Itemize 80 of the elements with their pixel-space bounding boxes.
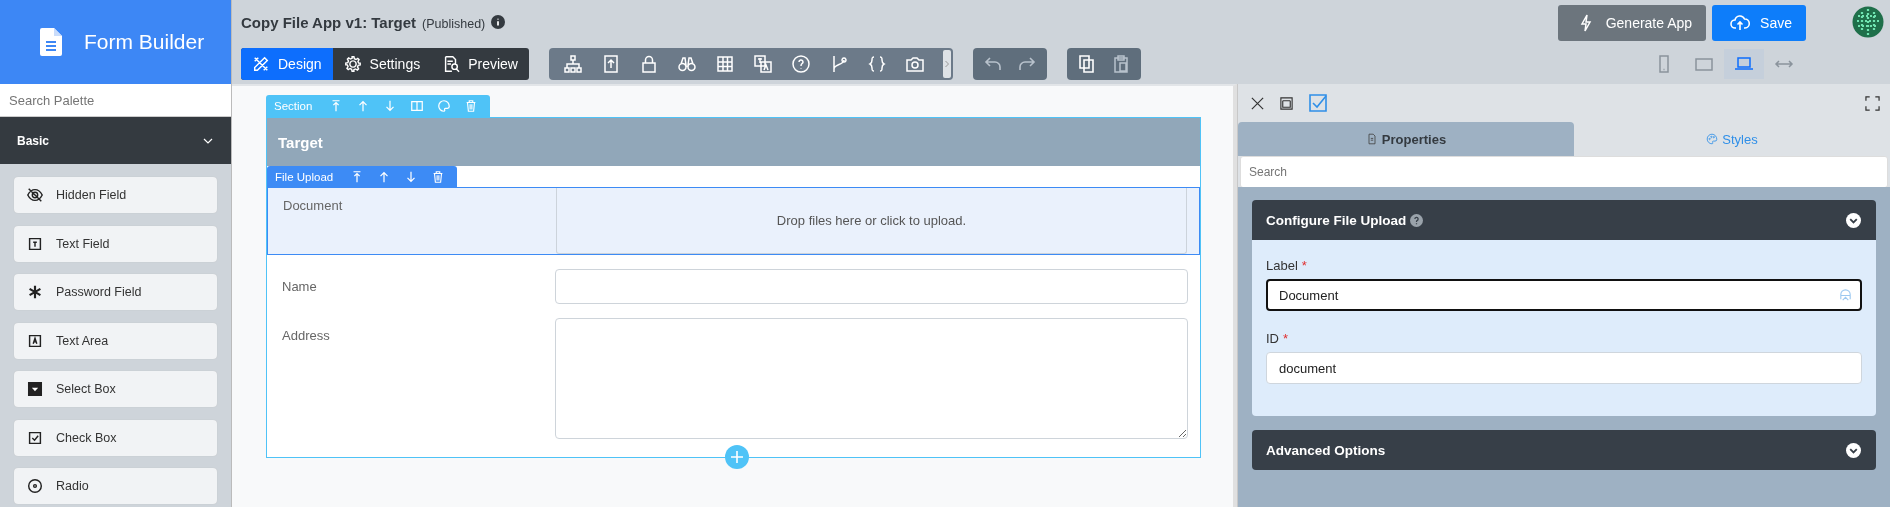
accordion-header[interactable]: Configure File Upload (1252, 200, 1876, 240)
mode-tab[interactable]: Preview (431, 48, 529, 80)
info-icon[interactable] (491, 15, 506, 29)
field-label: Document (283, 197, 344, 215)
sitemap-icon[interactable] (563, 54, 583, 74)
palette-item[interactable]: Select Box (14, 371, 217, 407)
chevron-icon (1846, 442, 1861, 458)
action-button[interactable]: Save (1712, 5, 1806, 41)
braces-icon[interactable] (867, 54, 887, 74)
palette-item[interactable]: Hidden Field (14, 177, 217, 213)
palette-item-label: Password Field (56, 285, 142, 299)
field-label: Address (282, 327, 331, 345)
palette-item[interactable]: Text Area (14, 322, 217, 359)
radio-icon (26, 477, 44, 495)
gear-icon (343, 55, 362, 73)
form-title: Copy File App v1: Target (241, 14, 417, 31)
columns-icon[interactable] (410, 99, 425, 113)
copy-icon[interactable] (1077, 54, 1097, 74)
binoculars-icon[interactable] (677, 54, 697, 74)
panel-tab[interactable]: Properties (1238, 122, 1574, 156)
dropdown-icon (26, 380, 44, 398)
palette-item-label: Text Area (56, 333, 109, 348)
mode-tab[interactable]: Settings (332, 48, 432, 80)
search-field[interactable]: Search (1240, 156, 1888, 188)
cloud-upload-icon (1730, 13, 1751, 33)
drop-zone[interactable]: Drop files here or click to upload. (556, 188, 1187, 254)
checkbox-icon[interactable] (1308, 93, 1328, 113)
field-label: ID (1266, 331, 1279, 346)
device-toggle[interactable] (1724, 49, 1764, 79)
palette-item-label: Hidden Field (56, 188, 127, 202)
section-title: Target (267, 118, 1200, 166)
pencil-ruler-icon (252, 55, 270, 73)
mode-tab[interactable]: Design (241, 48, 333, 80)
file-upload-component[interactable]: Document Drop files here or click to upload. (267, 187, 1200, 255)
required-mark: * (1301, 258, 1307, 273)
eye-slash-icon (26, 186, 44, 204)
import-icon[interactable] (601, 54, 621, 74)
document-icon (40, 28, 62, 56)
camera-icon[interactable] (905, 54, 925, 74)
accordion-title: Configure File Upload (1266, 212, 1407, 228)
field-label: Label (1266, 258, 1298, 273)
search-field[interactable]: Search Palette (0, 84, 231, 117)
palette-icon[interactable] (437, 99, 452, 113)
help-icon[interactable] (1410, 213, 1424, 227)
action-button[interactable]: Generate App (1557, 5, 1707, 41)
asterisk-icon (26, 283, 44, 301)
palette-item-label: Text Field (56, 236, 110, 251)
palette-item[interactable]: Radio (14, 468, 217, 504)
window-icon[interactable] (1279, 95, 1294, 111)
accordion-title: Advanced Options (1266, 442, 1386, 458)
palette-group-header[interactable]: Basic (0, 117, 231, 164)
palette-item-label: Radio (56, 479, 89, 493)
app-title: Form Builder (84, 30, 205, 54)
add-icon[interactable] (725, 445, 749, 469)
palette-item[interactable]: Check Box (14, 419, 217, 456)
group-title: Basic (17, 133, 50, 148)
palette-item-label: Select Box (56, 382, 116, 396)
input-field[interactable]: Document (1266, 279, 1862, 311)
toolbar-label: Section (274, 100, 313, 112)
grid-icon[interactable] (715, 54, 735, 74)
paste-icon[interactable] (1111, 54, 1131, 74)
toolbar-label: File Upload (275, 170, 334, 183)
lock-icon[interactable] (639, 54, 659, 74)
close-icon[interactable] (1250, 95, 1265, 111)
palette-item[interactable]: Text Field (14, 225, 217, 262)
palette-item[interactable]: Password Field (14, 274, 217, 310)
palette-item-label: Check Box (56, 430, 117, 445)
input-field[interactable]: document (1266, 352, 1862, 384)
chevron-icon (1846, 212, 1861, 228)
accordion-header[interactable]: Advanced Options (1252, 430, 1876, 470)
palette-icon (1706, 133, 1719, 145)
document-search-icon (442, 55, 461, 73)
fullscreen-icon[interactable] (1865, 95, 1880, 111)
status-label: (Published) (422, 17, 486, 31)
required-mark: * (1283, 331, 1289, 346)
document-icon (1365, 133, 1378, 145)
field-label: Name (282, 278, 318, 296)
input-field[interactable] (555, 269, 1188, 304)
avatar-icon[interactable] (1852, 6, 1884, 38)
help-icon[interactable] (791, 54, 811, 74)
